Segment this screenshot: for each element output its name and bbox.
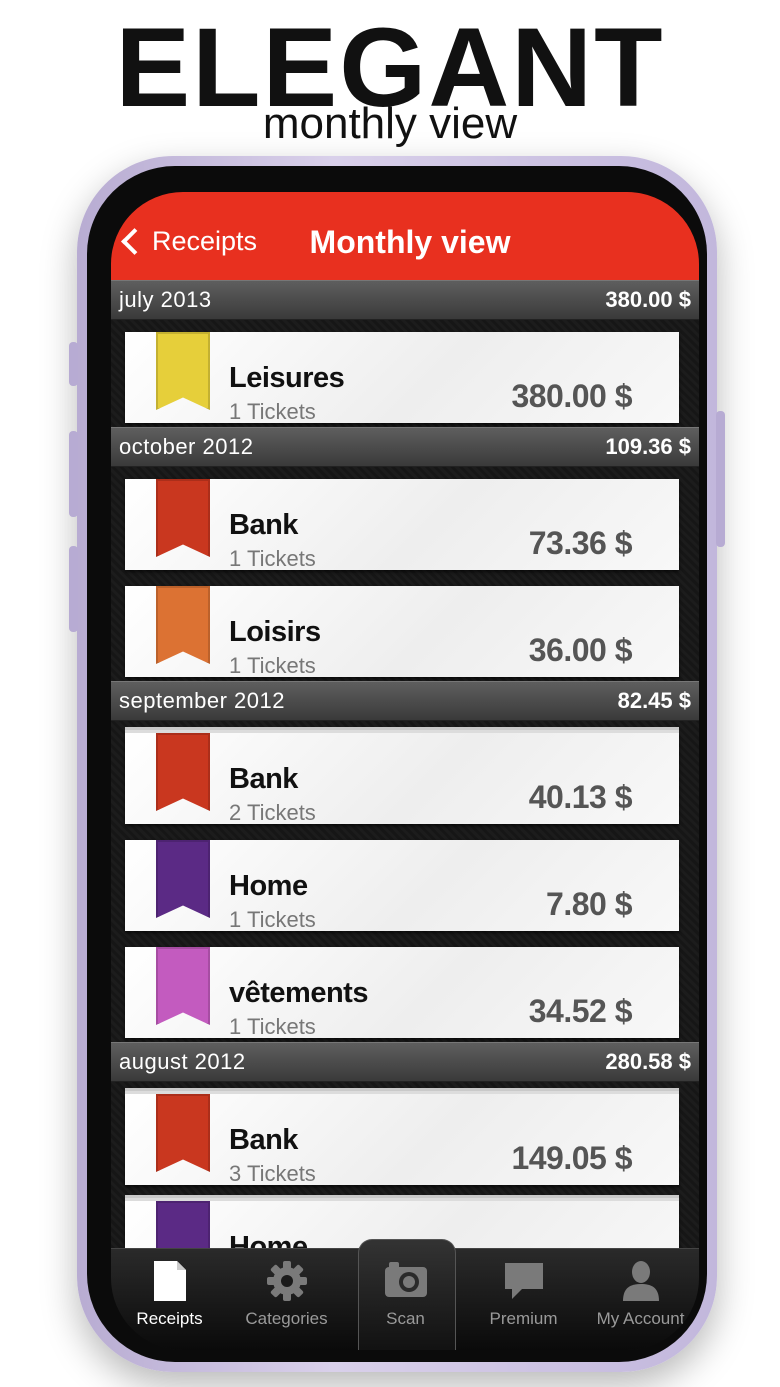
category-name: Loisirs [229,616,321,648]
ticket-count: 2 Tickets [229,800,316,825]
tab-premium-label: Premium [489,1309,558,1328]
phone-frame: Receipts Monthly view july 2013 380.00 $ L… [69,156,725,1372]
month-total: 82.45 $ [617,688,691,713]
category-amount: 36.00 $ [528,632,633,668]
power-button [716,411,725,547]
receipt-category-row[interactable]: Bank 2 Tickets 40.13 $ [111,721,699,828]
document-icon [153,1261,186,1301]
category-amount: 34.52 $ [528,993,633,1029]
ticket-count: 1 Tickets [229,907,316,932]
ticket-count: 3 Tickets [229,1161,316,1186]
volume-down-button [69,546,78,632]
month-section-header: july 2013 380.00 $ [111,280,699,320]
category-amount: 149.05 $ [511,1140,632,1176]
promo-subline: monthly view [262,99,518,148]
category-amount: 73.36 $ [528,525,633,561]
bookmark-ribbon-icon [156,947,210,1025]
category-name: vêtements [229,977,368,1009]
receipt-category-row[interactable]: Home 1 Tickets 7.80 $ [111,828,699,935]
tab-categories-label: Categories [245,1309,328,1328]
month-total: 280.58 $ [605,1049,691,1074]
month-section-header: october 2012 109.36 $ [111,427,699,467]
paper-card: Bank 1 Tickets 73.36 $ [125,479,679,571]
tab-scan[interactable]: Scan [347,1249,464,1350]
receipt-list[interactable]: july 2013 380.00 $ Leisures 1 Tickets 380.00… [111,280,699,1248]
gear-icon [266,1261,307,1301]
tab-bar: Receipts Categories Scan Premium My Acco… [111,1239,699,1350]
tab-premium[interactable]: Premium [465,1249,582,1350]
tab-receipts-label: Receipts [136,1309,203,1328]
month-section-header: september 2012 82.45 $ [111,681,699,721]
tab-my-account-label: My Account [596,1309,685,1328]
bookmark-ribbon-icon [156,1094,210,1172]
paper-card: Loisirs 1 Tickets 36.00 $ [125,586,679,678]
paper-card: Bank 3 Tickets 149.05 $ [125,1094,679,1186]
category-amount: 7.80 $ [546,886,632,922]
category-name: Bank [229,509,298,541]
receipt-category-row[interactable]: Loisirs 1 Tickets 36.00 $ [111,574,699,681]
paper-card: vêtements 1 Tickets 34.52 $ [125,947,679,1039]
person-icon [622,1261,659,1301]
receipt-category-row[interactable]: vêtements 1 Tickets 34.52 $ [111,935,699,1042]
month-section-header: august 2012 280.58 $ [111,1042,699,1082]
speech-bubble-icon [504,1263,543,1299]
bookmark-ribbon-icon [156,733,210,811]
category-amount: 40.13 $ [528,779,633,815]
category-name: Home [229,1231,308,1248]
tab-categories[interactable]: Categories [228,1249,345,1350]
month-total: 380.00 $ [605,287,691,312]
navigation-bar: Receipts Monthly view [111,192,699,280]
category-name: Bank [229,763,298,795]
paper-card: Bank 2 Tickets 40.13 $ [125,733,679,825]
month-label: july 2013 [119,287,212,312]
camera-icon [384,1262,427,1297]
receipt-category-row[interactable]: Bank 1 Tickets 73.36 $ [111,467,699,574]
tab-receipts[interactable]: Receipts [111,1249,228,1350]
bookmark-ribbon-icon [156,1201,210,1248]
month-label: september 2012 [119,688,285,713]
paper-card: Leisures 1 Tickets 380.00 $ [125,332,679,424]
category-amount: 380.00 $ [511,378,632,414]
category-name: Bank [229,1124,298,1156]
category-name: Leisures [229,362,345,394]
phone-bezel: Receipts Monthly view july 2013 380.00 $ L… [87,166,707,1362]
bookmark-ribbon-icon [156,479,210,557]
month-label: october 2012 [119,434,254,459]
receipt-category-row[interactable]: Bank 3 Tickets 149.05 $ [111,1082,699,1189]
month-label: august 2012 [119,1049,246,1074]
ticket-count: 1 Tickets [229,546,316,571]
ticket-count: 1 Tickets [229,399,316,424]
app-screen: Receipts Monthly view july 2013 380.00 $ L… [111,192,699,1350]
category-name: Home [229,870,308,902]
paper-card: Home 1 Tickets 7.80 $ [125,840,679,932]
mute-switch [69,342,78,386]
bookmark-ribbon-icon [156,332,210,410]
tab-my-account[interactable]: My Account [582,1249,699,1350]
ticket-count: 1 Tickets [229,653,316,678]
page-title: Monthly view [309,224,511,260]
volume-up-button [69,431,78,517]
bookmark-ribbon-icon [156,586,210,664]
bookmark-ribbon-icon [156,840,210,918]
ticket-count: 1 Tickets [229,1014,316,1039]
receipt-category-row[interactable]: Leisures 1 Tickets 380.00 $ [111,320,699,427]
month-total: 109.36 $ [605,434,691,459]
tab-scan-label: Scan [386,1309,425,1328]
